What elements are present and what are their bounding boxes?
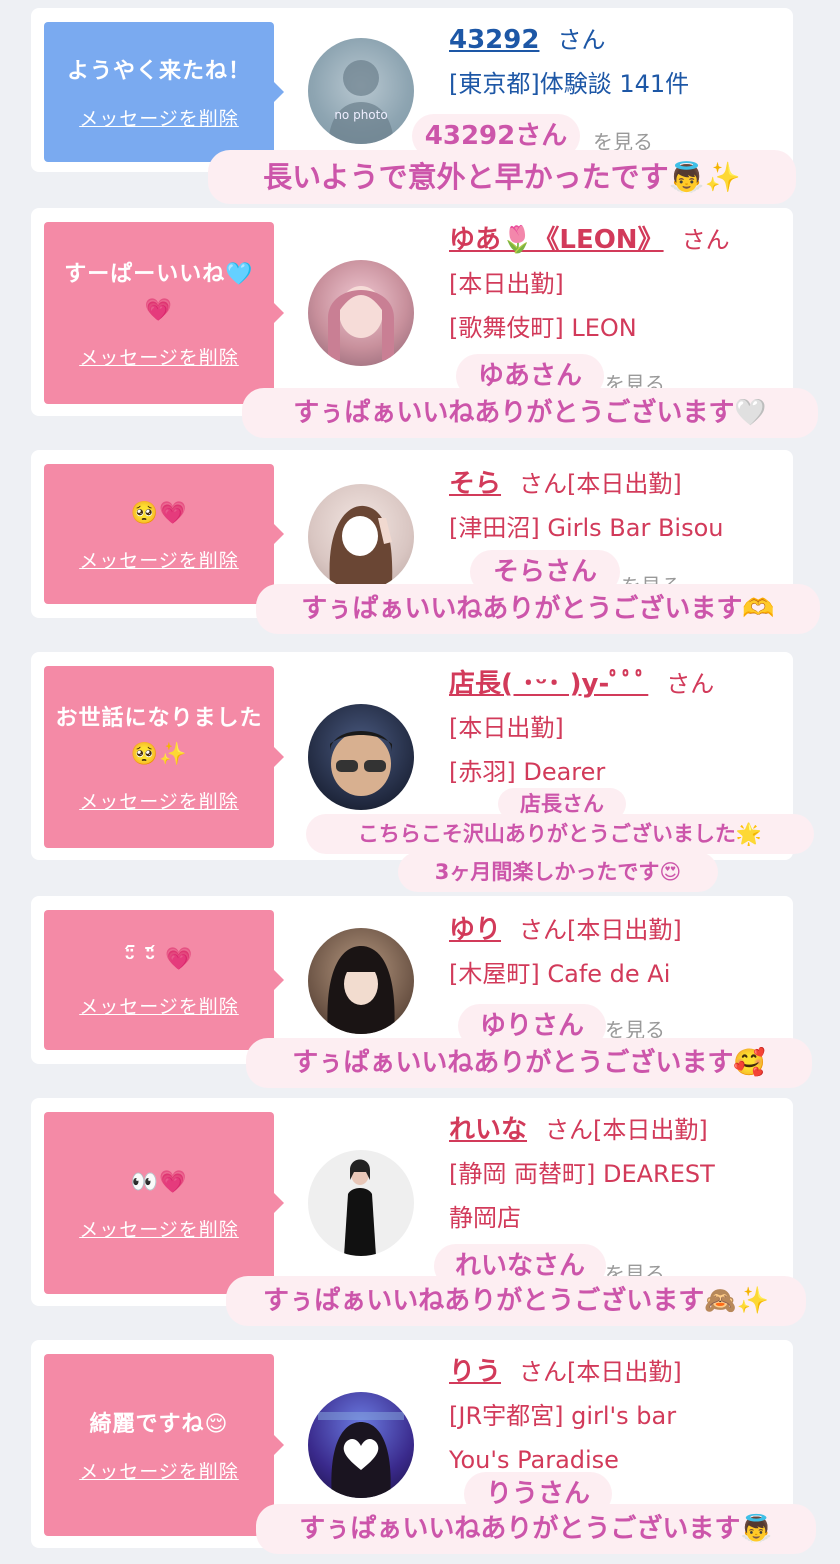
honorific: さん[本日出勤] bbox=[519, 1358, 682, 1386]
user-name-link[interactable]: ゆあ🌷《LEON》 bbox=[449, 225, 664, 255]
avatar[interactable] bbox=[308, 1150, 414, 1256]
message-bubble: 🥺💗 メッセージを削除 bbox=[44, 464, 284, 604]
user-name-link[interactable]: 店長( ･ᵕ･ )y-ﾟﾟﾟ bbox=[449, 669, 648, 699]
message-bubble: 👀💗 メッセージを削除 bbox=[44, 1112, 284, 1294]
work-status: [本日出勤] bbox=[449, 270, 564, 298]
sticker-caption: こちらこそ沢山ありがとうございました🌟 bbox=[306, 814, 814, 854]
delete-message-link[interactable]: メッセージを削除 bbox=[79, 343, 239, 370]
message-text: 綺麗ですね😌 bbox=[89, 1411, 229, 1437]
shop-branch: 静岡店 bbox=[449, 1204, 521, 1232]
shop-name: [津田沼] Girls Bar Bisou bbox=[449, 514, 724, 542]
avatar[interactable] bbox=[308, 1392, 414, 1498]
honorific: さん[本日出勤] bbox=[545, 1116, 708, 1144]
user-name-link[interactable]: そら bbox=[449, 469, 501, 499]
message-bubble: 綺麗ですね😌 メッセージを削除 bbox=[44, 1354, 284, 1536]
user-name-link[interactable]: 43292 bbox=[449, 25, 539, 55]
honorific: さん bbox=[557, 26, 606, 54]
user-info: そら さん[本日出勤] [津田沼] Girls Bar Bisou bbox=[449, 462, 789, 550]
honorific: さん[本日出勤] bbox=[519, 916, 682, 944]
delete-message-link[interactable]: メッセージを削除 bbox=[79, 104, 239, 131]
delete-message-link[interactable]: メッセージを削除 bbox=[79, 1457, 239, 1484]
shop-name: [静岡 両替町] DEAREST bbox=[449, 1160, 715, 1188]
avatar[interactable] bbox=[308, 704, 414, 810]
delete-message-link[interactable]: メッセージを削除 bbox=[79, 1215, 239, 1242]
sticker-caption-line2: 3ヶ月間楽しかったです😍 bbox=[398, 852, 718, 892]
honorific: さん bbox=[681, 226, 730, 254]
user-info: ゆり さん[本日出勤] [木屋町] Cafe de Ai bbox=[449, 908, 789, 996]
delete-message-link[interactable]: メッセージを削除 bbox=[79, 992, 239, 1019]
avatar[interactable]: no photo bbox=[308, 38, 414, 144]
user-detail: [東京都]体験談 141件 bbox=[449, 70, 690, 98]
no-photo-label: no photo bbox=[334, 108, 388, 122]
message-card: ようやく来たね！ メッセージを削除 no photo 43292 さん [東京都]… bbox=[31, 8, 793, 172]
message-text: お世話になりました🥺✨ bbox=[55, 705, 263, 767]
user-name-link[interactable]: れいな bbox=[449, 1115, 527, 1145]
profile-photo bbox=[327, 946, 395, 1034]
message-text: ᵕ̈᷇ ᵕ̈᷄ 💗 bbox=[124, 946, 194, 972]
message-bubble: すーぱーいいね🩵💗 メッセージを削除 bbox=[44, 222, 284, 404]
user-name-link[interactable]: ゆり bbox=[449, 915, 501, 945]
honorific: さん[本日出勤] bbox=[519, 470, 682, 498]
message-bubble: ᵕ̈᷇ ᵕ̈᷄ 💗 メッセージを削除 bbox=[44, 910, 284, 1050]
shop-name: [JR宇都宮] girl's bar bbox=[449, 1402, 677, 1430]
message-text: 🥺💗 bbox=[130, 500, 188, 526]
sticker-caption: すぅぱぁいいねありがとうございます🤍 bbox=[242, 388, 818, 438]
sticker-caption: すぅぱぁいいねありがとうございます🥰 bbox=[246, 1038, 812, 1088]
shop-name: [木屋町] Cafe de Ai bbox=[449, 960, 671, 988]
user-info: 店長( ･ᵕ･ )y-ﾟﾟﾟ さん [本日出勤] [赤羽] Dearer bbox=[449, 662, 789, 794]
message-bubble: ようやく来たね！ メッセージを削除 bbox=[44, 22, 284, 162]
message-card: すーぱーいいね🩵💗 メッセージを削除 ゆあ🌷《LEON》 さん [本日出勤] [歌… bbox=[31, 208, 793, 416]
user-info: れいな さん[本日出勤] [静岡 両替町] DEAREST 静岡店 bbox=[449, 1108, 789, 1240]
message-bubble: お世話になりました🥺✨ メッセージを削除 bbox=[44, 666, 284, 848]
shop-name: [赤羽] Dearer bbox=[449, 758, 606, 786]
sticker-caption: すぅぱぁいいねありがとうございます👼 bbox=[256, 1504, 816, 1554]
profile-photo bbox=[327, 286, 395, 360]
user-info: ゆあ🌷《LEON》 さん [本日出勤] [歌舞伎町] LEON bbox=[449, 218, 789, 350]
sticker-caption: 長いようで意外と早かったです👼✨ bbox=[208, 150, 796, 204]
honorific: さん bbox=[666, 670, 715, 698]
avatar[interactable] bbox=[308, 260, 414, 366]
delete-message-link[interactable]: メッセージを削除 bbox=[79, 546, 239, 573]
sticker-caption: すぅぱぁいいねありがとうございます🫶 bbox=[256, 584, 820, 634]
profile-photo bbox=[330, 731, 392, 796]
message-card: 👀💗 メッセージを削除 れいな さん[本日出勤] [静岡 両替町] DEAREST… bbox=[31, 1098, 793, 1306]
user-info: 43292 さん [東京都]体験談 141件 bbox=[449, 18, 789, 106]
avatar[interactable] bbox=[308, 928, 414, 1034]
profile-photo bbox=[329, 505, 393, 584]
person-silhouette-icon bbox=[328, 60, 394, 144]
shop-name: [歌舞伎町] LEON bbox=[449, 314, 637, 342]
user-info: りう さん[本日出勤] [JR宇都宮] girl's bar You's Para… bbox=[449, 1350, 789, 1482]
avatar[interactable] bbox=[308, 484, 414, 590]
user-name-link[interactable]: りう bbox=[449, 1357, 501, 1387]
profile-photo bbox=[344, 1159, 376, 1256]
sticker-caption: すぅぱぁいいねありがとうございます🙈✨ bbox=[226, 1276, 806, 1326]
profile-photo bbox=[318, 1412, 404, 1498]
message-text: 👀💗 bbox=[130, 1169, 188, 1195]
message-text: ようやく来たね！ bbox=[66, 58, 251, 84]
message-text: すーぱーいいね🩵💗 bbox=[64, 261, 254, 323]
delete-message-link[interactable]: メッセージを削除 bbox=[79, 787, 239, 814]
work-status: [本日出勤] bbox=[449, 714, 564, 742]
